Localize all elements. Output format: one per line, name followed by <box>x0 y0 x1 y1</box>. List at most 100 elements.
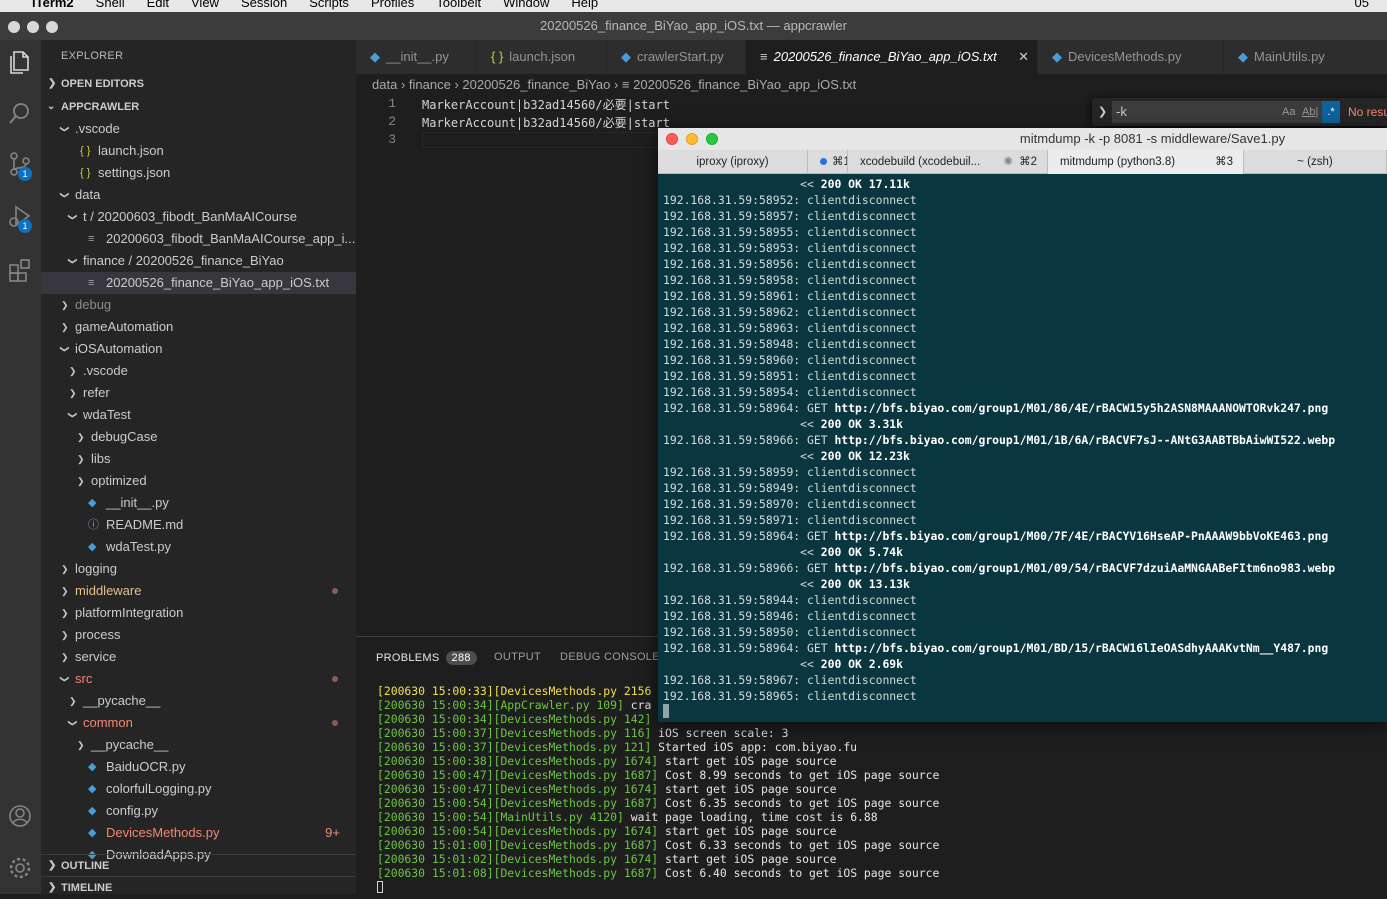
tree-item[interactable]: { } launch.json <box>41 140 356 162</box>
search-icon[interactable] <box>6 100 34 128</box>
tree-item[interactable]: ❯ __pycache__ <box>41 690 356 712</box>
chevron-right-icon[interactable]: ❯ <box>1098 101 1107 123</box>
menu-session[interactable]: Session <box>241 0 287 9</box>
menu-view[interactable]: View <box>191 0 219 9</box>
tree-item[interactable]: ❯ __pycache__ <box>41 734 356 756</box>
settings-gear-icon[interactable] <box>6 854 34 882</box>
tree-item[interactable]: ❯ logging <box>41 558 356 580</box>
tree-item-label: wdaTest.py <box>106 539 172 554</box>
breadcrumb-data[interactable]: data <box>372 77 397 92</box>
tree-item[interactable]: ❯ src <box>41 668 356 690</box>
iterm-tab-shortcut: ⌘2 <box>1019 156 1037 168</box>
iterm-tab[interactable]: iproxy (iproxy) <box>658 150 808 174</box>
tree-item[interactable]: ❯ libs <box>41 448 356 470</box>
tree-item[interactable]: ❯ wdaTest <box>41 404 356 426</box>
menu-profiles[interactable]: Profiles <box>371 0 414 9</box>
tab-problems[interactable]: PROBLEMS 288 <box>376 651 477 665</box>
tree-item[interactable]: ❯ service <box>41 646 356 668</box>
editor-tab[interactable]: ≡ 20200526_finance_BiYao_app_iOS.txt ✕ <box>746 40 1038 74</box>
editor-tab[interactable]: ◆ __init__.py <box>356 40 477 74</box>
breadcrumb-folder[interactable]: 20200526_finance_BiYao <box>462 77 610 92</box>
regex-toggle[interactable]: .* <box>1322 101 1340 123</box>
tree-item[interactable]: ❯ .vscode <box>41 360 356 382</box>
timeline-section[interactable]: ❯ TIMELINE <box>41 876 356 898</box>
open-editors-section[interactable]: ❯ OPEN EDITORS <box>41 73 356 95</box>
tree-item[interactable]: ❯ gameAutomation <box>41 316 356 338</box>
tree-item[interactable]: ❯ refer <box>41 382 356 404</box>
tab-output[interactable]: OUTPUT <box>494 651 541 663</box>
log-line: [200630 15:00:33][DevicesMethods.py 2156 <box>377 684 651 698</box>
menu-help[interactable]: Help <box>571 0 598 9</box>
log-prefix: [200630 15:00:54][MainUtils.py 4120] <box>377 810 624 824</box>
chevron-down-icon: ⌄ <box>47 101 56 112</box>
match-case-toggle[interactable]: Aa <box>1282 101 1295 123</box>
mitmdump-line: 192.168.31.59:58946: clientdisconnect <box>663 608 917 624</box>
menu-toolbelt[interactable]: Toolbelt <box>436 0 481 9</box>
tree-item-label: launch.json <box>98 143 164 158</box>
iterm-tab[interactable]: mitmdump (python3.8) ⌘3 <box>1048 150 1244 174</box>
breadcrumb-file[interactable]: 20200526_finance_BiYao_app_iOS.txt <box>633 77 856 92</box>
tree-item[interactable]: { } settings.json <box>41 162 356 184</box>
mitmdump-line: 192.168.31.59:58951: clientdisconnect <box>663 368 917 384</box>
editor-tab[interactable]: ◆ MainUtils.py <box>1224 40 1387 74</box>
activity-dot-icon <box>820 158 827 165</box>
tree-item[interactable]: ❯ middleware <box>41 580 356 602</box>
tree-item[interactable]: ❯ process <box>41 624 356 646</box>
menu-edit[interactable]: Edit <box>147 0 169 9</box>
close-tab-icon[interactable]: ✕ <box>1018 40 1029 74</box>
outline-section[interactable]: ❯ OUTLINE <box>41 854 356 876</box>
tree-item[interactable]: ❯ .vscode <box>41 118 356 140</box>
modified-dot <box>332 676 338 682</box>
tree-item[interactable]: ❯ finance / 20200526_finance_BiYao <box>41 250 356 272</box>
line-text: 192.168.31.59:58967: clientdisconnect <box>663 673 917 687</box>
chevron-right-icon: ❯ <box>77 476 85 486</box>
tree-item[interactable]: ◆ __init__.py <box>41 492 356 514</box>
tree-item[interactable]: ❯ platformIntegration <box>41 602 356 624</box>
menu-app-name[interactable]: iTerm2 <box>32 0 74 9</box>
line-text: 192.168.31.59:58954: clientdisconnect <box>663 385 917 399</box>
editor-tab[interactable]: ◆ crawlerStart.py <box>607 40 746 74</box>
tree-item[interactable]: ❯ t / 20200603_fibodt_BanMaAICourse <box>41 206 356 228</box>
tree-item[interactable]: ◆ wdaTest.py <box>41 536 356 558</box>
iterm-tab[interactable]: xcodebuild (xcodebuil... ✺ ⌘2 <box>848 150 1048 174</box>
tree-item[interactable]: ≡ 20200526_finance_BiYao_app_iOS.txt <box>41 272 356 294</box>
code-line[interactable]: MarkerAccount|b32ad14560/必要|start <box>422 114 670 131</box>
match-word-toggle[interactable]: Ab| <box>1302 101 1318 123</box>
breadcrumb-finance[interactable]: finance <box>409 77 451 92</box>
tree-item[interactable]: ◆ BaiduOCR.py <box>41 756 356 778</box>
editor-tab[interactable]: { } launch.json <box>477 40 607 74</box>
py-file-icon: ◆ <box>88 805 97 817</box>
iterm-tab[interactable]: ~ (zsh) <box>1244 150 1387 174</box>
tree-item-label: colorfulLogging.py <box>106 781 212 796</box>
menu-window[interactable]: Window <box>503 0 549 9</box>
extensions-icon[interactable] <box>6 256 34 284</box>
code-line[interactable]: MarkerAccount|b32ad14560/必要|start <box>422 96 670 113</box>
menu-shell[interactable]: Shell <box>96 0 125 9</box>
tree-item[interactable]: ◆ config.py <box>41 800 356 822</box>
tab-debug-console[interactable]: DEBUG CONSOLE <box>560 651 660 663</box>
tree-item[interactable]: ❯ debug <box>41 294 356 316</box>
tree-item[interactable]: ◆ colorfulLogging.py <box>41 778 356 800</box>
tree-item[interactable]: ❯ optimized <box>41 470 356 492</box>
account-icon[interactable] <box>6 802 34 830</box>
chevron-right-icon: ❯ <box>61 652 69 662</box>
tree-item[interactable]: ❯ common <box>41 712 356 734</box>
line-text: 192.168.31.59:58957: clientdisconnect <box>663 209 917 223</box>
tree-item[interactable]: ❯ debugCase <box>41 426 356 448</box>
chevron-down-icon: ❯ <box>67 257 78 265</box>
py-file-icon: ◆ <box>88 827 97 839</box>
log-line: [200630 15:00:38][DevicesMethods.py 1674… <box>377 754 836 768</box>
tree-item[interactable]: ≡ 20200603_fibodt_BanMaAICourse_app_i... <box>41 228 356 250</box>
line-highlight: 200 OK 12.23k <box>820 449 910 463</box>
line-highlight: http://bfs.biyao.com/group1/M00/7F/4E/rB… <box>834 529 1329 543</box>
chevron-right-icon: ❯ <box>77 740 85 750</box>
explorer-icon[interactable] <box>6 48 34 76</box>
tree-item[interactable]: ❯ iOSAutomation <box>41 338 356 360</box>
iterm-tab[interactable]: ⌘1 <box>808 150 848 174</box>
tree-item[interactable]: ◆ DevicesMethods.py 9+ <box>41 822 356 844</box>
tree-item[interactable]: ⓘ README.md <box>41 514 356 536</box>
tree-item[interactable]: ❯ data <box>41 184 356 206</box>
menu-scripts[interactable]: Scripts <box>309 0 349 9</box>
appcrawler-root-section[interactable]: ⌄ APPCRAWLER <box>41 96 356 118</box>
editor-tab[interactable]: ◆ DevicesMethods.py <box>1038 40 1224 74</box>
